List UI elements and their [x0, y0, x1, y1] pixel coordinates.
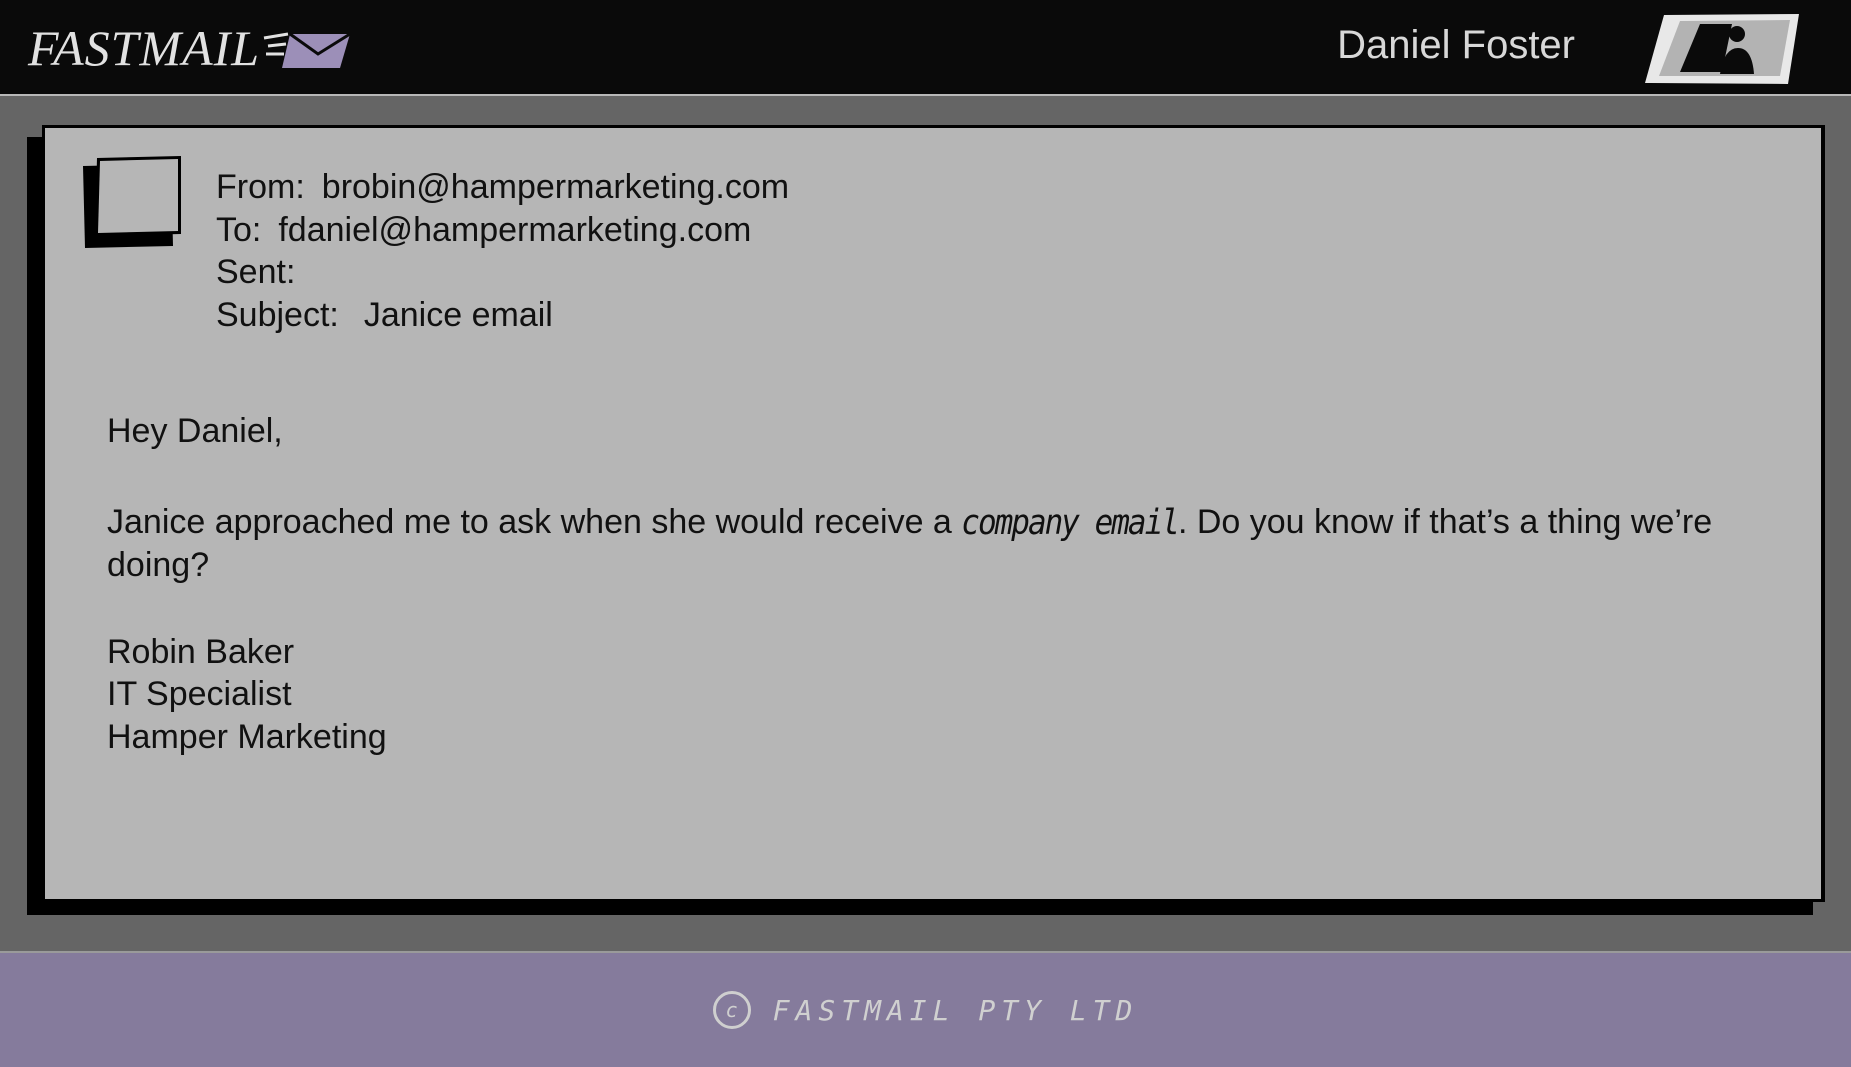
email-body: Hey Daniel, Janice approached me to ask … [107, 410, 1787, 758]
envelope-icon [263, 32, 351, 68]
header-divider [0, 94, 1851, 96]
email-signature: Robin Baker IT Specialist Hamper Marketi… [107, 631, 1787, 759]
signature-title: IT Specialist [107, 675, 292, 713]
email-headers: From: brobin@hampermarketing.com To: fdani… [216, 166, 789, 336]
to-address[interactable]: fdaniel@hampermarketing.com [278, 211, 751, 249]
handwritten-emphasis: company email [961, 502, 1180, 543]
sent-row: Sent: [216, 251, 789, 294]
fastmail-logo[interactable]: FASTMAIL [28, 18, 352, 78]
subject-value: Janice email [363, 295, 553, 334]
sent-label: Sent: [216, 253, 296, 291]
email-greeting: Hey Daniel, [107, 412, 283, 450]
to-row: To: fdaniel@hampermarketing.com [216, 209, 789, 252]
to-label: To: [216, 210, 262, 249]
user-name[interactable]: Daniel Foster [1337, 21, 1575, 69]
subject-label: Subject: [216, 295, 339, 334]
copyright-text: FASTMAIL PTY LTD [772, 993, 1139, 1027]
email-card: From: brobin@hampermarketing.com To: fdani… [42, 125, 1825, 902]
email-paragraph: Janice approached me to ask when she wou… [107, 501, 1787, 587]
from-row: From: brobin@hampermarketing.com [216, 166, 789, 209]
signature-name: Robin Baker [107, 632, 295, 671]
paragraph-text-start: Janice approached me to ask when she wou… [107, 502, 962, 541]
signature-company: Hamper Marketing [107, 717, 387, 756]
from-label: From: [216, 168, 305, 206]
subject-row: Subject: Janice email [216, 294, 789, 337]
copyright-icon: c [712, 991, 751, 1029]
avatar-placeholder-icon [83, 156, 181, 248]
footer: c FASTMAIL PTY LTD [0, 953, 1851, 1067]
profile-card-icon[interactable] [1642, 12, 1802, 88]
top-bar: FASTMAIL Daniel Foster [0, 0, 1851, 94]
logo-text: FASTMAIL [28, 20, 261, 76]
from-address[interactable]: brobin@hampermarketing.com [322, 168, 789, 206]
copyright: c FASTMAIL PTY LTD [0, 953, 1851, 1067]
